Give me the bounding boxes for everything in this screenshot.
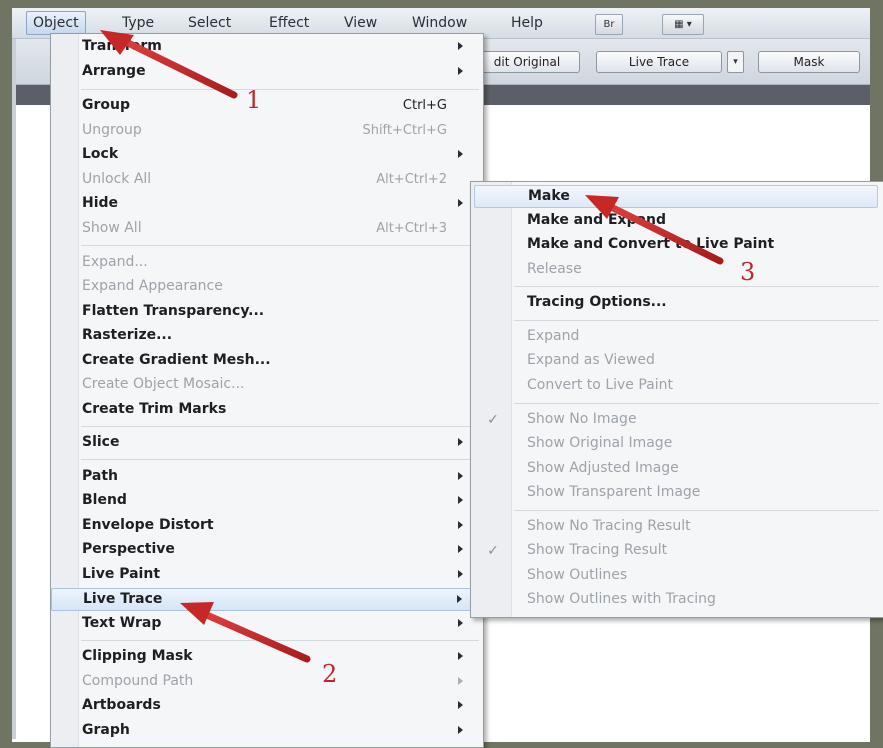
- callout-number-3: 3: [740, 258, 756, 286]
- callout-number-2: 2: [322, 660, 338, 688]
- callout-number-1: 1: [246, 86, 262, 114]
- arrow-3-icon: [585, 195, 724, 265]
- annotation-arrows: [100, 30, 724, 663]
- arrow-1-icon: [100, 30, 238, 99]
- arrow-2-icon: [180, 602, 311, 663]
